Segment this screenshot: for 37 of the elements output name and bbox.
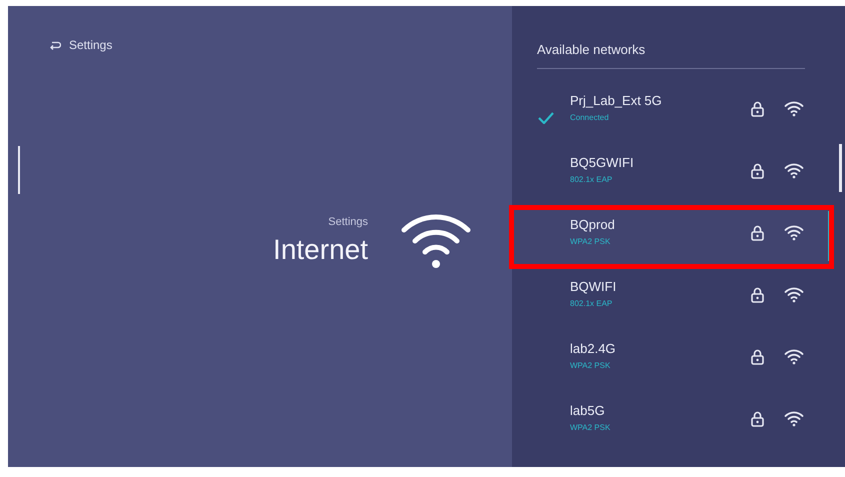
lock-icon xyxy=(751,163,764,179)
title-caption: Settings xyxy=(328,216,368,228)
network-status: WPA2 PSK xyxy=(570,236,612,246)
section-header: Available networks xyxy=(537,38,805,69)
network-name: BQprod xyxy=(570,216,616,232)
network-status: WPA2 PSK xyxy=(570,422,612,432)
wifi-icon xyxy=(400,212,472,270)
lock-icon xyxy=(751,411,764,427)
network-status: 802.1x EAP xyxy=(570,298,614,308)
network-status: 802.1x EAP xyxy=(570,174,614,184)
network-item[interactable]: Prj_Lab_Ext 5G Connected xyxy=(512,83,830,143)
network-status: Connected xyxy=(570,112,610,122)
network-status: WPA2 PSK xyxy=(570,360,612,370)
wifi-icon xyxy=(784,163,804,179)
back-icon xyxy=(50,40,61,50)
lock-icon xyxy=(751,349,764,365)
network-item[interactable]: lab2.4G WPA2 PSK xyxy=(512,331,830,391)
wifi-icon xyxy=(784,411,804,427)
wifi-icon xyxy=(784,101,804,117)
network-item[interactable]: lab5G WPA2 PSK xyxy=(512,393,830,453)
back-button[interactable]: Settings xyxy=(46,36,116,54)
network-name: Prj_Lab_Ext 5G xyxy=(570,92,663,108)
page-title: Internet xyxy=(273,234,368,266)
lock-icon xyxy=(751,101,764,117)
scrollbar xyxy=(839,144,842,192)
wifi-icon xyxy=(784,349,804,365)
wifi-icon xyxy=(784,225,804,241)
network-item[interactable]: BQWIFI 802.1x EAP xyxy=(512,269,830,329)
network-name: lab5G xyxy=(570,402,606,418)
lock-icon xyxy=(751,225,764,241)
network-name: BQ5GWIFI xyxy=(570,154,635,170)
network-name: BQWIFI xyxy=(570,278,618,294)
lock-icon xyxy=(751,287,764,303)
network-name: lab2.4G xyxy=(570,340,617,356)
wifi-icon xyxy=(784,287,804,303)
network-item[interactable]: BQ5GWIFI 802.1x EAP xyxy=(512,145,830,205)
scrollbar xyxy=(18,146,20,194)
